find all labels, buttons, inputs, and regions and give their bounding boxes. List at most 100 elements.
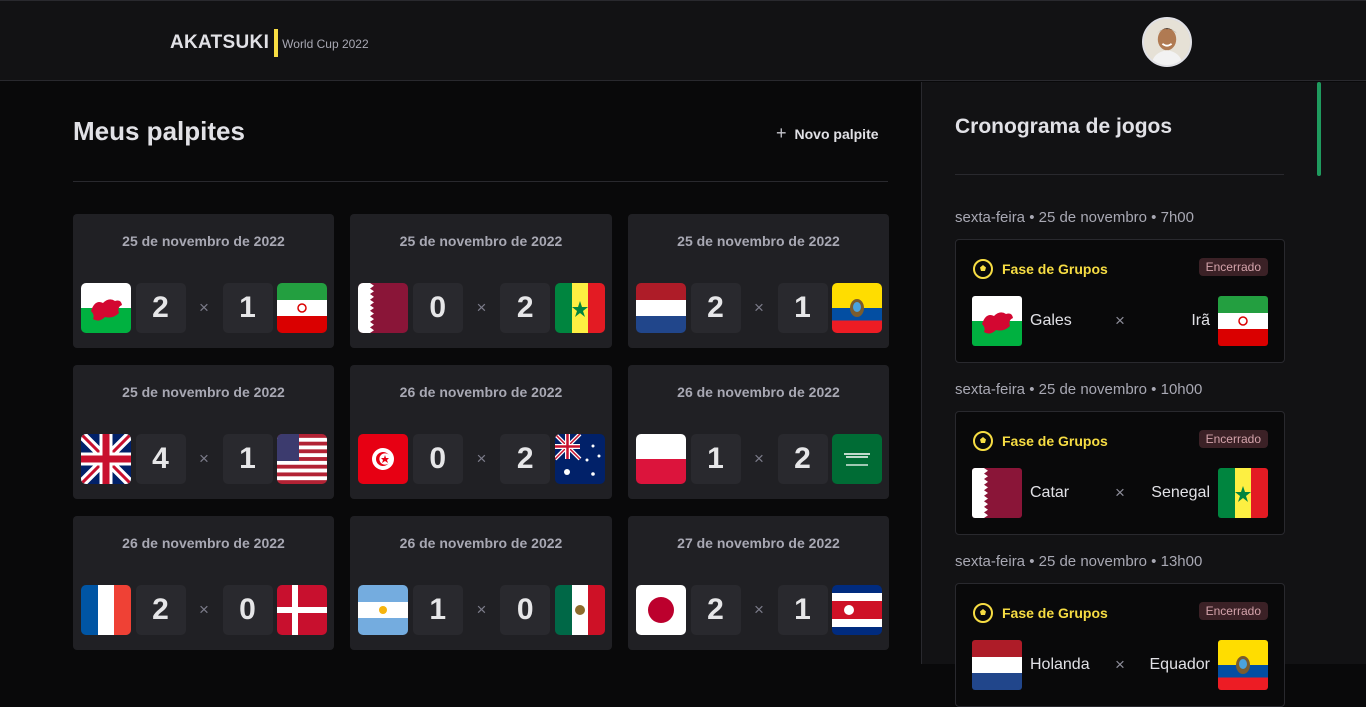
- costa-rica-flag-icon: [832, 585, 882, 635]
- guess-date: 26 de novembro de 2022: [677, 384, 840, 400]
- home-team: Gales: [1030, 312, 1072, 329]
- versus-icon: ×: [754, 449, 764, 468]
- home-score[interactable]: 2: [135, 283, 186, 333]
- guess-date: 25 de novembro de 2022: [122, 384, 285, 400]
- sidebar-scrollbar[interactable]: [1317, 82, 1321, 176]
- away-score[interactable]: 1: [777, 585, 828, 635]
- new-guess-button[interactable]: + Novo palpite: [776, 123, 879, 144]
- avatar-photo: [1144, 19, 1190, 65]
- home-score[interactable]: 0: [412, 434, 463, 484]
- guess-card[interactable]: 26 de novembro de 2022 1 × 0: [350, 516, 612, 650]
- home-team: Holanda: [1030, 656, 1090, 673]
- wales-flag-icon: [972, 296, 1022, 346]
- match-card[interactable]: Fase de Grupos Encerrado Gales × Irã: [955, 239, 1285, 363]
- guesses-grid: 25 de novembro de 2022 2 × 1 25 de novem…: [73, 214, 889, 650]
- home-score[interactable]: 0: [412, 283, 463, 333]
- guess-card[interactable]: 25 de novembro de 2022 2 × 1: [73, 214, 334, 348]
- match-card[interactable]: Fase de Grupos Encerrado Holanda × Equad…: [955, 583, 1285, 707]
- versus-icon: ×: [199, 600, 209, 619]
- qatar-flag-icon: [358, 283, 408, 333]
- england-uk-flag-icon: [81, 434, 131, 484]
- guess-date: 25 de novembro de 2022: [399, 233, 563, 249]
- phase-label: Fase de Grupos: [1002, 605, 1108, 621]
- wales-flag-icon: [81, 283, 131, 333]
- away-score[interactable]: 0: [500, 585, 551, 635]
- away-score[interactable]: 1: [777, 283, 828, 333]
- match-time: sexta-feira • 25 de novembro • 7h00: [955, 209, 1194, 226]
- versus-icon: ×: [1115, 483, 1125, 502]
- new-guess-label: Novo palpite: [794, 125, 879, 142]
- guess-card[interactable]: 26 de novembro de 2022 1 × 2: [628, 365, 889, 499]
- status-badge: Encerrado: [1198, 430, 1268, 448]
- home-score[interactable]: 2: [135, 585, 186, 635]
- denmark-flag-icon: [277, 585, 327, 635]
- schedule-title: Cronograma de jogos: [955, 115, 1173, 138]
- iran-flag-icon: [1218, 296, 1268, 346]
- iran-flag-icon: [277, 283, 327, 333]
- versus-icon: ×: [1115, 655, 1125, 674]
- logo[interactable]: AKATSUKI World Cup 2022: [170, 29, 369, 57]
- home-score[interactable]: 1: [412, 585, 463, 635]
- versus-icon: ×: [1115, 311, 1125, 330]
- away-score[interactable]: 2: [500, 283, 551, 333]
- guess-date: 26 de novembro de 2022: [399, 535, 563, 551]
- guess-date: 25 de novembro de 2022: [122, 233, 285, 249]
- match-phase: Fase de Grupos: [972, 430, 1108, 452]
- australia-flag-icon: [555, 434, 605, 484]
- logo-subtitle: World Cup 2022: [282, 37, 369, 51]
- home-score[interactable]: 2: [690, 585, 741, 635]
- soccer-ball-icon: [973, 431, 993, 451]
- away-team: Equador: [1149, 656, 1211, 673]
- status-badge: Encerrado: [1198, 602, 1268, 620]
- soccer-ball-icon: [973, 259, 993, 279]
- home-team: Catar: [1030, 484, 1070, 501]
- main-content: Meus palpites + Novo palpite 25 de novem…: [0, 82, 921, 664]
- away-score[interactable]: 2: [500, 434, 551, 484]
- away-score[interactable]: 1: [222, 434, 273, 484]
- guess-date: 27 de novembro de 2022: [677, 535, 840, 551]
- saudi-arabia-flag-icon: [832, 434, 882, 484]
- schedule-sidebar: Cronograma de jogos sexta-feira • 25 de …: [921, 82, 1366, 707]
- ecuador-flag-icon: [1218, 640, 1268, 690]
- guess-date: 26 de novembro de 2022: [122, 535, 285, 551]
- netherlands-flag-icon: [972, 640, 1022, 690]
- versus-icon: ×: [476, 298, 487, 317]
- france-flag-icon: [81, 585, 131, 635]
- home-score[interactable]: 2: [690, 283, 741, 333]
- match-phase: Fase de Grupos: [972, 258, 1108, 280]
- away-score[interactable]: 2: [777, 434, 828, 484]
- schedule-divider: [955, 174, 1284, 175]
- japan-flag-icon: [636, 585, 686, 635]
- versus-icon: ×: [754, 298, 764, 317]
- versus-icon: ×: [476, 600, 487, 619]
- versus-icon: ×: [199, 298, 209, 317]
- phase-label: Fase de Grupos: [1002, 261, 1108, 277]
- poland-flag-icon: [636, 434, 686, 484]
- usa-flag-icon: [277, 434, 327, 484]
- away-score[interactable]: 1: [222, 283, 273, 333]
- user-avatar[interactable]: [1142, 17, 1192, 67]
- home-score[interactable]: 1: [690, 434, 741, 484]
- versus-icon: ×: [199, 449, 209, 468]
- guess-card[interactable]: 26 de novembro de 2022 2 × 0: [73, 516, 334, 650]
- qatar-flag-icon: [972, 468, 1022, 518]
- logo-text: AKATSUKI: [170, 32, 270, 53]
- ecuador-flag-icon: [832, 283, 882, 333]
- guess-card[interactable]: 26 de novembro de 2022 0 × 2: [350, 365, 612, 499]
- away-score[interactable]: 0: [222, 585, 273, 635]
- status-badge: Encerrado: [1198, 258, 1268, 276]
- senegal-flag-icon: [1218, 468, 1268, 518]
- match-time: sexta-feira • 25 de novembro • 13h00: [955, 553, 1203, 570]
- guess-card[interactable]: 25 de novembro de 2022 2 × 1: [628, 214, 889, 348]
- phase-label: Fase de Grupos: [1002, 433, 1108, 449]
- tunisia-flag-icon: [358, 434, 408, 484]
- guess-card[interactable]: 25 de novembro de 2022 4 × 1: [73, 365, 334, 499]
- top-bar: AKATSUKI World Cup 2022: [0, 0, 1366, 81]
- mexico-flag-icon: [555, 585, 605, 635]
- guess-card[interactable]: 27 de novembro de 2022 2 × 1: [628, 516, 889, 650]
- versus-icon: ×: [476, 449, 487, 468]
- match-card[interactable]: Fase de Grupos Encerrado Catar × Senegal: [955, 411, 1285, 535]
- home-score[interactable]: 4: [135, 434, 186, 484]
- guess-card[interactable]: 25 de novembro de 2022 0 × 2: [350, 214, 612, 348]
- plus-icon: +: [776, 123, 787, 143]
